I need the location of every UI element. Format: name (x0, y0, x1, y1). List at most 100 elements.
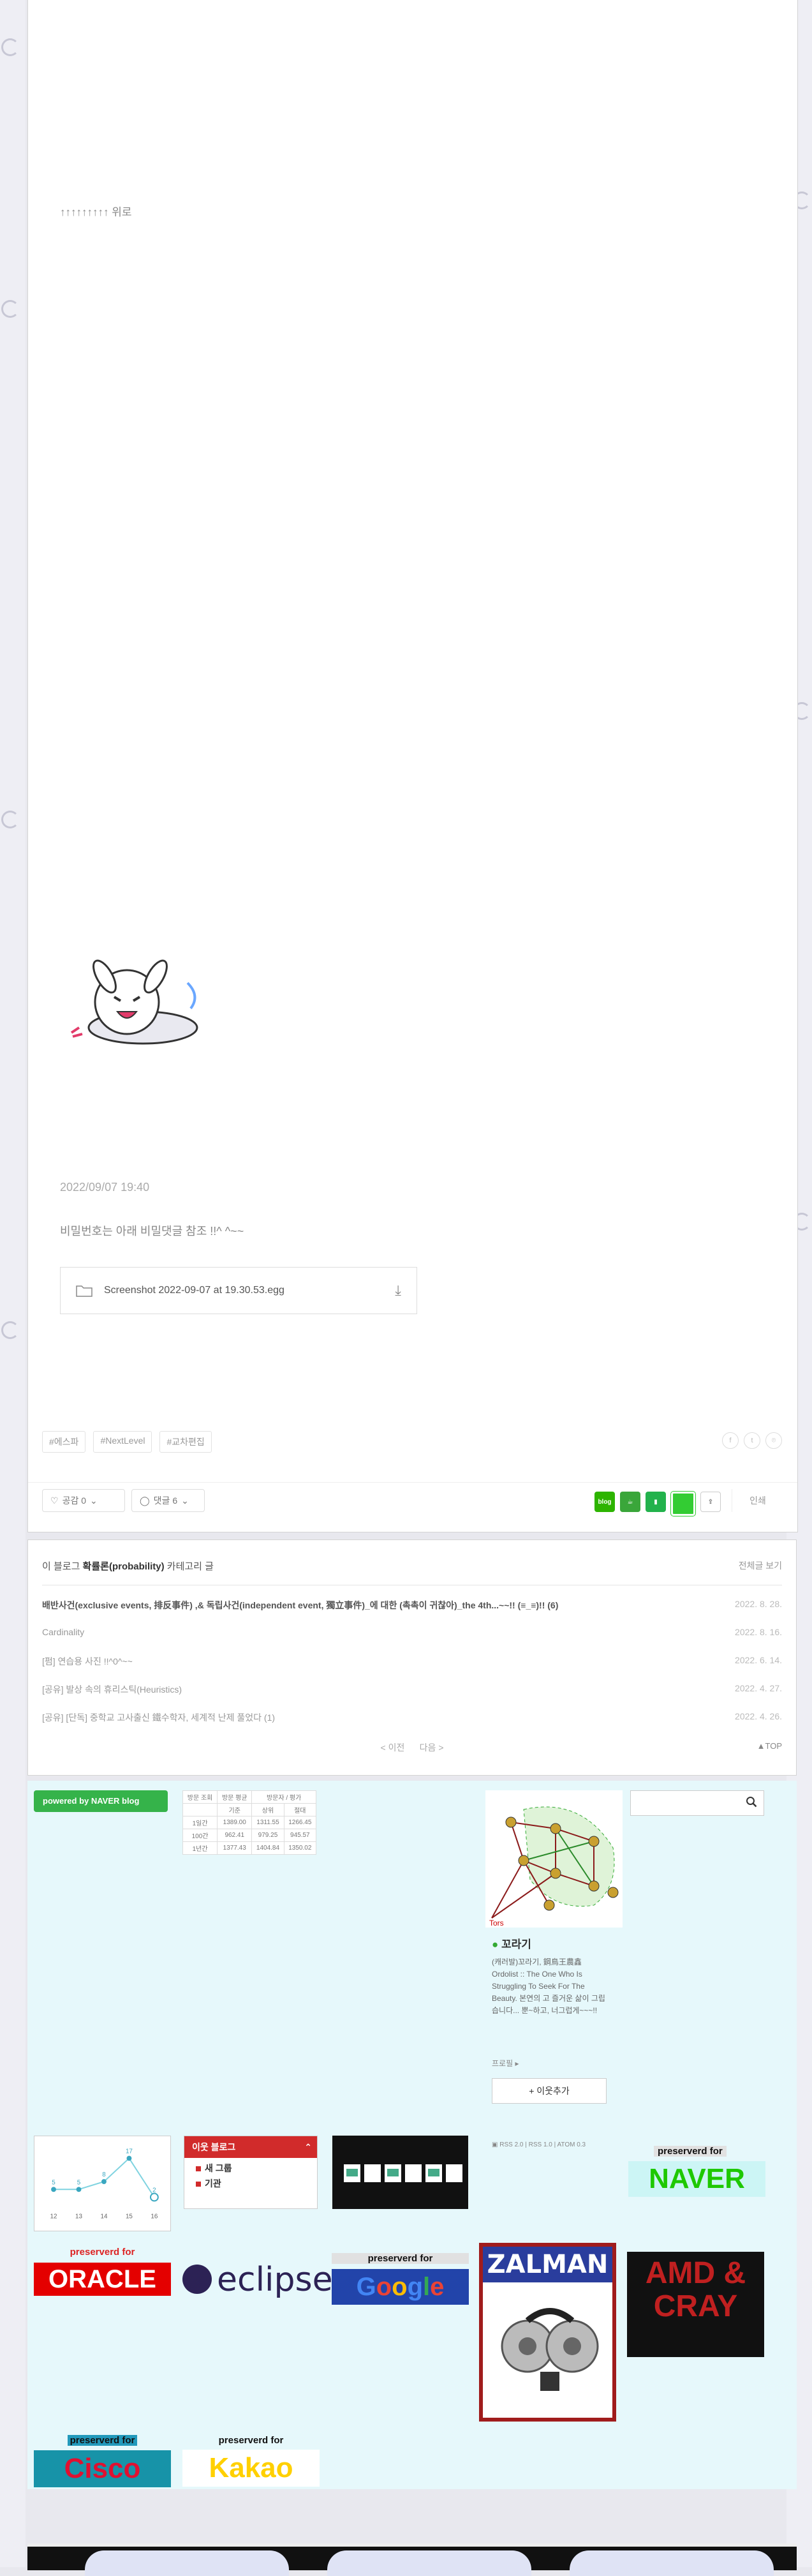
neighbor-group-item[interactable]: 기관 (184, 2175, 317, 2190)
category-name[interactable]: 확률론(probability) (83, 1561, 165, 1572)
zalman-logo[interactable]: ZALMAN (479, 2243, 616, 2422)
list-item[interactable]: [펌] 연습용 사진 !!^0^~~ 2022. 6. 14. (42, 1647, 782, 1675)
chevron-up-icon: ⌃ (304, 2142, 312, 2152)
chevron-down-icon: ⌄ (181, 1495, 189, 1506)
category-list-title: 이 블로그 확률론(probability) 카테고리 글 (42, 1561, 214, 1572)
comment-button[interactable]: ◯ 댓글 6 ⌄ (131, 1489, 205, 1512)
list-item[interactable]: [공유] [단독] 중학교 고사출신 鐵수학자, 세계적 난제 풀었다 (1) … (42, 1704, 782, 1732)
profile-image[interactable]: Tors (485, 1790, 623, 1928)
neighbor-group-item[interactable]: 새 그룹 (184, 2158, 317, 2175)
list-item-title[interactable]: [펌] 연습용 사진 !!^0^~~ (42, 1655, 133, 1668)
blog-search-input[interactable] (630, 1790, 764, 1816)
widget-area: powered by NAVER blog 방문 조회 방문 평균 방문자 / … (27, 1781, 797, 2489)
table-row: 100간 962.41 979.25 945.57 (182, 1829, 317, 1842)
visit-tab[interactable]: 방문 평균 (217, 1790, 253, 1804)
visitor-value-label: 2 (152, 2187, 156, 2194)
profile-link[interactable]: 프로필 ▸ (492, 2058, 519, 2069)
decorative-swirl (1, 1321, 19, 1339)
cisco-logo[interactable]: preserverd for Cisco (34, 2435, 171, 2487)
search-icon[interactable] (746, 1796, 757, 1808)
sns-icons: f t ⌾ (722, 1432, 782, 1449)
attachment-file-name[interactable]: Screenshot 2022-09-07 at 19.30.53.egg (104, 1285, 284, 1296)
back-to-top-link[interactable]: ▲TOP (757, 1741, 782, 1751)
crying-bunny-emoticon (70, 959, 198, 1045)
naver-logo[interactable]: preserverd for NAVER (628, 2146, 765, 2197)
logo-caption: preserverd for (654, 2146, 727, 2157)
kakao-logo[interactable]: preserverd for Kakao (182, 2435, 320, 2487)
footer-tile (570, 2550, 774, 2576)
visitor-date-label: 14 (100, 2213, 107, 2220)
list-item[interactable]: 배반사건(exclusive events, 排反事件) ,& 독립사건(ind… (42, 1591, 782, 1619)
list-item-title[interactable]: Cardinality (42, 1627, 84, 1637)
amd-cray-logo[interactable]: AMD & CRAY (627, 2252, 764, 2357)
eclipse-ball-icon (182, 2265, 212, 2294)
tag-item[interactable]: #NextLevel (93, 1431, 152, 1453)
download-icon[interactable]: ⤓ (395, 1282, 401, 1299)
list-item-title[interactable]: [공유] 발상 속의 휴리스틱(Heuristics) (42, 1683, 182, 1696)
cisco-logo-text: Cisco (34, 2450, 171, 2487)
slideshow-widget[interactable] (332, 2136, 468, 2209)
svg-text:Tors: Tors (489, 1919, 504, 1928)
print-button[interactable]: 인쇄 (732, 1489, 783, 1512)
neighbor-blog-title: 이웃 블로그 ⌃ (184, 2136, 317, 2158)
category-list-header: 이 블로그 확률론(probability) 카테고리 글 전체글 보기 (42, 1559, 782, 1585)
visitor-value-label: 5 (77, 2179, 81, 2186)
visitor-value-label: 5 (52, 2179, 55, 2186)
eclipse-logo[interactable]: eclipse (182, 2261, 333, 2299)
post-action-bar: ♡ 공감 0 ⌄ ◯ 댓글 6 ⌄ blog ☕ ▮ ⇪ 인쇄 (28, 1482, 797, 1518)
list-item-date: 2022. 8. 16. (735, 1627, 782, 1637)
neighbor-blog-widget: 이웃 블로그 ⌃ 새 그룹 기관 (184, 2136, 318, 2209)
rss-links[interactable]: ▣ RSS 2.0 | RSS 1.0 | ATOM 0.3 (492, 2141, 586, 2148)
tag-item[interactable]: #에스파 (42, 1431, 86, 1453)
share-icons: blog ☕ ▮ ⇪ (594, 1492, 721, 1516)
folder-icon (76, 1285, 92, 1297)
list-pager: < 이전 다음 > (28, 1741, 796, 1754)
visitor-point (101, 2179, 107, 2185)
decorative-swirl (1, 38, 19, 56)
logo-caption: preserverd for (332, 2253, 469, 2264)
scroll-up-link[interactable]: ↑↑↑↑↑↑↑↑↑ 위로 (60, 203, 132, 219)
add-neighbor-button[interactable]: + 이웃추가 (492, 2078, 607, 2104)
next-page-link[interactable]: 다음 > (420, 1742, 444, 1753)
visit-tab[interactable]: 방문 조회 (182, 1790, 218, 1804)
list-item-date: 2022. 8. 28. (735, 1599, 782, 1609)
all-posts-link[interactable]: 전체글 보기 (739, 1559, 782, 1572)
list-item-title[interactable]: 배반사건(exclusive events, 排反事件) ,& 독립사건(ind… (42, 1599, 558, 1612)
blog-share-icon[interactable]: blog (594, 1492, 615, 1512)
google-logo[interactable]: preserverd for Google (332, 2253, 469, 2305)
list-item[interactable]: [공유] 발상 속의 휴리스틱(Heuristics) 2022. 4. 27. (42, 1675, 782, 1704)
prev-page-link[interactable]: < 이전 (381, 1742, 405, 1753)
table-row: 1일간 1389.00 1311.55 1266.45 (182, 1816, 317, 1829)
attachment-box[interactable]: Screenshot 2022-09-07 at 19.30.53.egg ⤓ (60, 1267, 417, 1314)
visitor-date-label: 13 (75, 2213, 82, 2220)
cafe-share-icon[interactable]: ☕ (620, 1492, 640, 1512)
link-icon[interactable]: ⌾ (765, 1432, 782, 1449)
facebook-icon[interactable]: f (722, 1432, 739, 1449)
tag-item[interactable]: #교차편집 (159, 1431, 212, 1453)
zalman-logo-text: ZALMAN (483, 2247, 612, 2282)
category-post-list: 이 블로그 확률론(probability) 카테고리 글 전체글 보기 배반사… (27, 1539, 797, 1776)
visitor-date-label: 15 (126, 2213, 133, 2220)
comment-label: 댓글 6 (153, 1495, 178, 1506)
eclipse-logo-text: eclipse (217, 2261, 333, 2299)
footer-decorative-strip (27, 2543, 797, 2576)
bookmark-share-icon[interactable]: ▮ (646, 1492, 666, 1512)
visit-tab[interactable]: 방문자 / 평가 (251, 1790, 316, 1804)
twitter-icon[interactable]: t (744, 1432, 760, 1449)
list-item-date: 2022. 4. 26. (735, 1711, 782, 1721)
leaf-icon: ● (492, 1938, 499, 1951)
tag-list: #에스파 #NextLevel #교차편집 (42, 1431, 212, 1453)
list-item-title[interactable]: [공유] [단독] 중학교 고사출신 鐵수학자, 세계적 난제 풀었다 (1) (42, 1711, 275, 1724)
rss-icon: ▣ (492, 2141, 498, 2148)
oracle-logo[interactable]: preserverd for ORACLE (34, 2247, 171, 2296)
visitor-date-label: 12 (50, 2213, 57, 2220)
powered-by-naver-badge[interactable]: powered by NAVER blog (34, 1790, 168, 1812)
footer-tile (327, 2550, 531, 2576)
cpu-cooler-image (483, 2282, 612, 2410)
like-button[interactable]: ♡ 공감 0 ⌄ (42, 1489, 125, 1512)
list-item[interactable]: Cardinality 2022. 8. 16. (42, 1619, 782, 1647)
post-body-text: 비밀번호는 아래 비밀댓글 참조 !!^ ^~~ (60, 1225, 244, 1238)
share-icon[interactable]: ⇪ (700, 1492, 721, 1512)
kakao-logo-text: Kakao (182, 2450, 320, 2487)
band-share-icon[interactable] (671, 1492, 695, 1516)
